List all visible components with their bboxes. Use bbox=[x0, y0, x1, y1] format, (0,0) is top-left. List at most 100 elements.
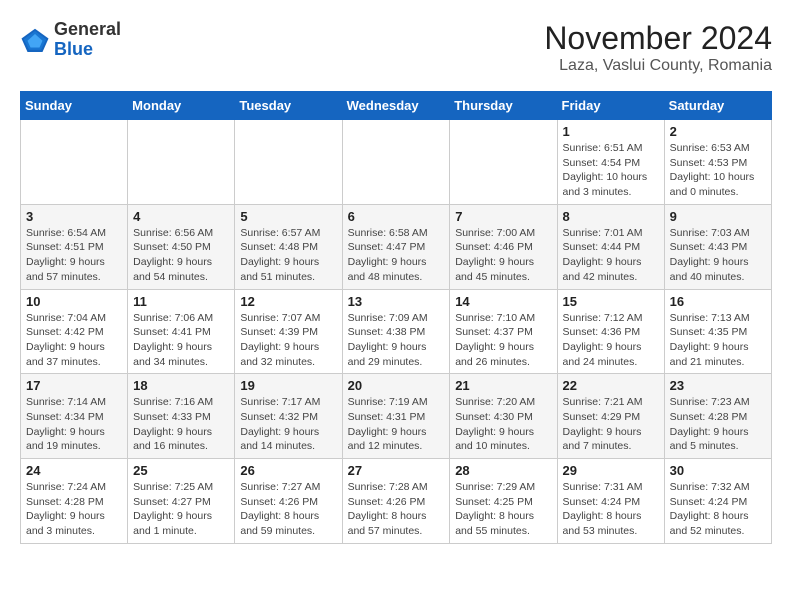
day-number: 18 bbox=[133, 378, 229, 393]
logo: General Blue bbox=[20, 20, 121, 60]
calendar-cell: 25 Sunrise: 7:25 AM Sunset: 4:27 PM Dayli… bbox=[128, 459, 235, 544]
calendar-header-saturday: Saturday bbox=[664, 92, 771, 120]
day-number: 22 bbox=[563, 378, 659, 393]
day-number: 30 bbox=[670, 463, 766, 478]
day-info: Sunrise: 7:25 AM Sunset: 4:27 PM Dayligh… bbox=[133, 480, 229, 539]
day-number: 16 bbox=[670, 294, 766, 309]
day-number: 12 bbox=[240, 294, 336, 309]
day-info: Sunrise: 7:19 AM Sunset: 4:31 PM Dayligh… bbox=[348, 395, 445, 454]
day-info: Sunrise: 6:54 AM Sunset: 4:51 PM Dayligh… bbox=[26, 226, 122, 285]
calendar-cell: 9Sunrise: 7:03 AM Sunset: 4:43 PM Daylig… bbox=[664, 204, 771, 289]
day-number: 14 bbox=[455, 294, 551, 309]
day-info: Sunrise: 7:04 AM Sunset: 4:42 PM Dayligh… bbox=[26, 311, 122, 370]
day-number: 3 bbox=[26, 209, 122, 224]
day-info: Sunrise: 7:32 AM Sunset: 4:24 PM Dayligh… bbox=[670, 480, 766, 539]
calendar-cell: 7 Sunrise: 7:00 AM Sunset: 4:46 PM Daylig… bbox=[450, 204, 557, 289]
location-title: Laza, Vaslui County, Romania bbox=[544, 57, 772, 75]
day-info: Sunrise: 7:09 AM Sunset: 4:38 PM Dayligh… bbox=[348, 311, 445, 370]
calendar-cell: 6 Sunrise: 6:58 AM Sunset: 4:47 PM Daylig… bbox=[342, 204, 450, 289]
calendar-cell: 19 Sunrise: 7:17 AM Sunset: 4:32 PM Dayli… bbox=[235, 374, 342, 459]
logo-blue-text: Blue bbox=[54, 40, 121, 60]
calendar-cell: 15 Sunrise: 7:12 AM Sunset: 4:36 PM Dayli… bbox=[557, 289, 664, 374]
logo-icon bbox=[20, 25, 50, 55]
calendar-cell: 17 Sunrise: 7:14 AM Sunset: 4:34 PM Dayli… bbox=[21, 374, 128, 459]
calendar-week-3: 10 Sunrise: 7:04 AM Sunset: 4:42 PM Dayli… bbox=[21, 289, 772, 374]
day-number: 11 bbox=[133, 294, 229, 309]
day-number: 4 bbox=[133, 209, 229, 224]
calendar-header-tuesday: Tuesday bbox=[235, 92, 342, 120]
day-info: Sunrise: 7:00 AM Sunset: 4:46 PM Dayligh… bbox=[455, 226, 551, 285]
day-info: Sunrise: 7:14 AM Sunset: 4:34 PM Dayligh… bbox=[26, 395, 122, 454]
calendar-cell: 14 Sunrise: 7:10 AM Sunset: 4:37 PM Dayli… bbox=[450, 289, 557, 374]
calendar-cell: 12 Sunrise: 7:07 AM Sunset: 4:39 PM Dayli… bbox=[235, 289, 342, 374]
day-number: 1 bbox=[563, 124, 659, 139]
calendar-cell: 1Sunrise: 6:51 AM Sunset: 4:54 PM Daylig… bbox=[557, 120, 664, 205]
day-number: 24 bbox=[26, 463, 122, 478]
day-number: 13 bbox=[348, 294, 445, 309]
day-number: 2 bbox=[670, 124, 766, 139]
day-number: 19 bbox=[240, 378, 336, 393]
calendar-cell: 22 Sunrise: 7:21 AM Sunset: 4:29 PM Dayli… bbox=[557, 374, 664, 459]
calendar-cell: 20 Sunrise: 7:19 AM Sunset: 4:31 PM Dayli… bbox=[342, 374, 450, 459]
calendar-header-monday: Monday bbox=[128, 92, 235, 120]
calendar-cell: 8 Sunrise: 7:01 AM Sunset: 4:44 PM Daylig… bbox=[557, 204, 664, 289]
calendar-cell: 28 Sunrise: 7:29 AM Sunset: 4:25 PM Dayli… bbox=[450, 459, 557, 544]
day-info: Sunrise: 7:23 AM Sunset: 4:28 PM Dayligh… bbox=[670, 395, 766, 454]
calendar-cell: 27Sunrise: 7:28 AM Sunset: 4:26 PM Dayli… bbox=[342, 459, 450, 544]
calendar-cell: 30 Sunrise: 7:32 AM Sunset: 4:24 PM Dayli… bbox=[664, 459, 771, 544]
calendar-cell: 18Sunrise: 7:16 AM Sunset: 4:33 PM Dayli… bbox=[128, 374, 235, 459]
day-number: 17 bbox=[26, 378, 122, 393]
day-info: Sunrise: 7:20 AM Sunset: 4:30 PM Dayligh… bbox=[455, 395, 551, 454]
calendar-week-1: 1Sunrise: 6:51 AM Sunset: 4:54 PM Daylig… bbox=[21, 120, 772, 205]
day-number: 9 bbox=[670, 209, 766, 224]
day-number: 28 bbox=[455, 463, 551, 478]
day-info: Sunrise: 7:01 AM Sunset: 4:44 PM Dayligh… bbox=[563, 226, 659, 285]
title-block: November 2024 Laza, Vaslui County, Roman… bbox=[544, 20, 772, 75]
day-info: Sunrise: 7:07 AM Sunset: 4:39 PM Dayligh… bbox=[240, 311, 336, 370]
calendar-header-sunday: Sunday bbox=[21, 92, 128, 120]
day-number: 21 bbox=[455, 378, 551, 393]
calendar-cell: 5Sunrise: 6:57 AM Sunset: 4:48 PM Daylig… bbox=[235, 204, 342, 289]
day-number: 20 bbox=[348, 378, 445, 393]
calendar-cell: 23 Sunrise: 7:23 AM Sunset: 4:28 PM Dayli… bbox=[664, 374, 771, 459]
logo-general-text: General bbox=[54, 20, 121, 40]
day-number: 7 bbox=[455, 209, 551, 224]
day-info: Sunrise: 6:58 AM Sunset: 4:47 PM Dayligh… bbox=[348, 226, 445, 285]
day-info: Sunrise: 7:29 AM Sunset: 4:25 PM Dayligh… bbox=[455, 480, 551, 539]
calendar-cell: 26Sunrise: 7:27 AM Sunset: 4:26 PM Dayli… bbox=[235, 459, 342, 544]
day-info: Sunrise: 7:10 AM Sunset: 4:37 PM Dayligh… bbox=[455, 311, 551, 370]
day-number: 15 bbox=[563, 294, 659, 309]
day-info: Sunrise: 6:57 AM Sunset: 4:48 PM Dayligh… bbox=[240, 226, 336, 285]
calendar-cell: 13 Sunrise: 7:09 AM Sunset: 4:38 PM Dayli… bbox=[342, 289, 450, 374]
calendar-header-wednesday: Wednesday bbox=[342, 92, 450, 120]
calendar-table: SundayMondayTuesdayWednesdayThursdayFrid… bbox=[20, 91, 772, 544]
calendar-cell bbox=[21, 120, 128, 205]
day-info: Sunrise: 7:12 AM Sunset: 4:36 PM Dayligh… bbox=[563, 311, 659, 370]
day-number: 6 bbox=[348, 209, 445, 224]
day-number: 29 bbox=[563, 463, 659, 478]
day-info: Sunrise: 7:21 AM Sunset: 4:29 PM Dayligh… bbox=[563, 395, 659, 454]
calendar-header-row: SundayMondayTuesdayWednesdayThursdayFrid… bbox=[21, 92, 772, 120]
page-header: General Blue November 2024 Laza, Vaslui … bbox=[20, 20, 772, 75]
calendar-cell bbox=[450, 120, 557, 205]
day-info: Sunrise: 7:13 AM Sunset: 4:35 PM Dayligh… bbox=[670, 311, 766, 370]
day-info: Sunrise: 7:31 AM Sunset: 4:24 PM Dayligh… bbox=[563, 480, 659, 539]
calendar-cell: 10 Sunrise: 7:04 AM Sunset: 4:42 PM Dayli… bbox=[21, 289, 128, 374]
day-info: Sunrise: 7:24 AM Sunset: 4:28 PM Dayligh… bbox=[26, 480, 122, 539]
day-number: 27 bbox=[348, 463, 445, 478]
calendar-cell: 2 Sunrise: 6:53 AM Sunset: 4:53 PM Daylig… bbox=[664, 120, 771, 205]
calendar-cell: 11 Sunrise: 7:06 AM Sunset: 4:41 PM Dayli… bbox=[128, 289, 235, 374]
calendar-cell bbox=[342, 120, 450, 205]
day-number: 10 bbox=[26, 294, 122, 309]
day-info: Sunrise: 7:06 AM Sunset: 4:41 PM Dayligh… bbox=[133, 311, 229, 370]
calendar-cell: 21 Sunrise: 7:20 AM Sunset: 4:30 PM Dayli… bbox=[450, 374, 557, 459]
day-info: Sunrise: 7:17 AM Sunset: 4:32 PM Dayligh… bbox=[240, 395, 336, 454]
day-number: 25 bbox=[133, 463, 229, 478]
day-info: Sunrise: 6:56 AM Sunset: 4:50 PM Dayligh… bbox=[133, 226, 229, 285]
calendar-cell: 29 Sunrise: 7:31 AM Sunset: 4:24 PM Dayli… bbox=[557, 459, 664, 544]
day-number: 23 bbox=[670, 378, 766, 393]
day-info: Sunrise: 6:53 AM Sunset: 4:53 PM Dayligh… bbox=[670, 141, 766, 200]
day-info: Sunrise: 7:27 AM Sunset: 4:26 PM Dayligh… bbox=[240, 480, 336, 539]
day-number: 8 bbox=[563, 209, 659, 224]
calendar-header-thursday: Thursday bbox=[450, 92, 557, 120]
